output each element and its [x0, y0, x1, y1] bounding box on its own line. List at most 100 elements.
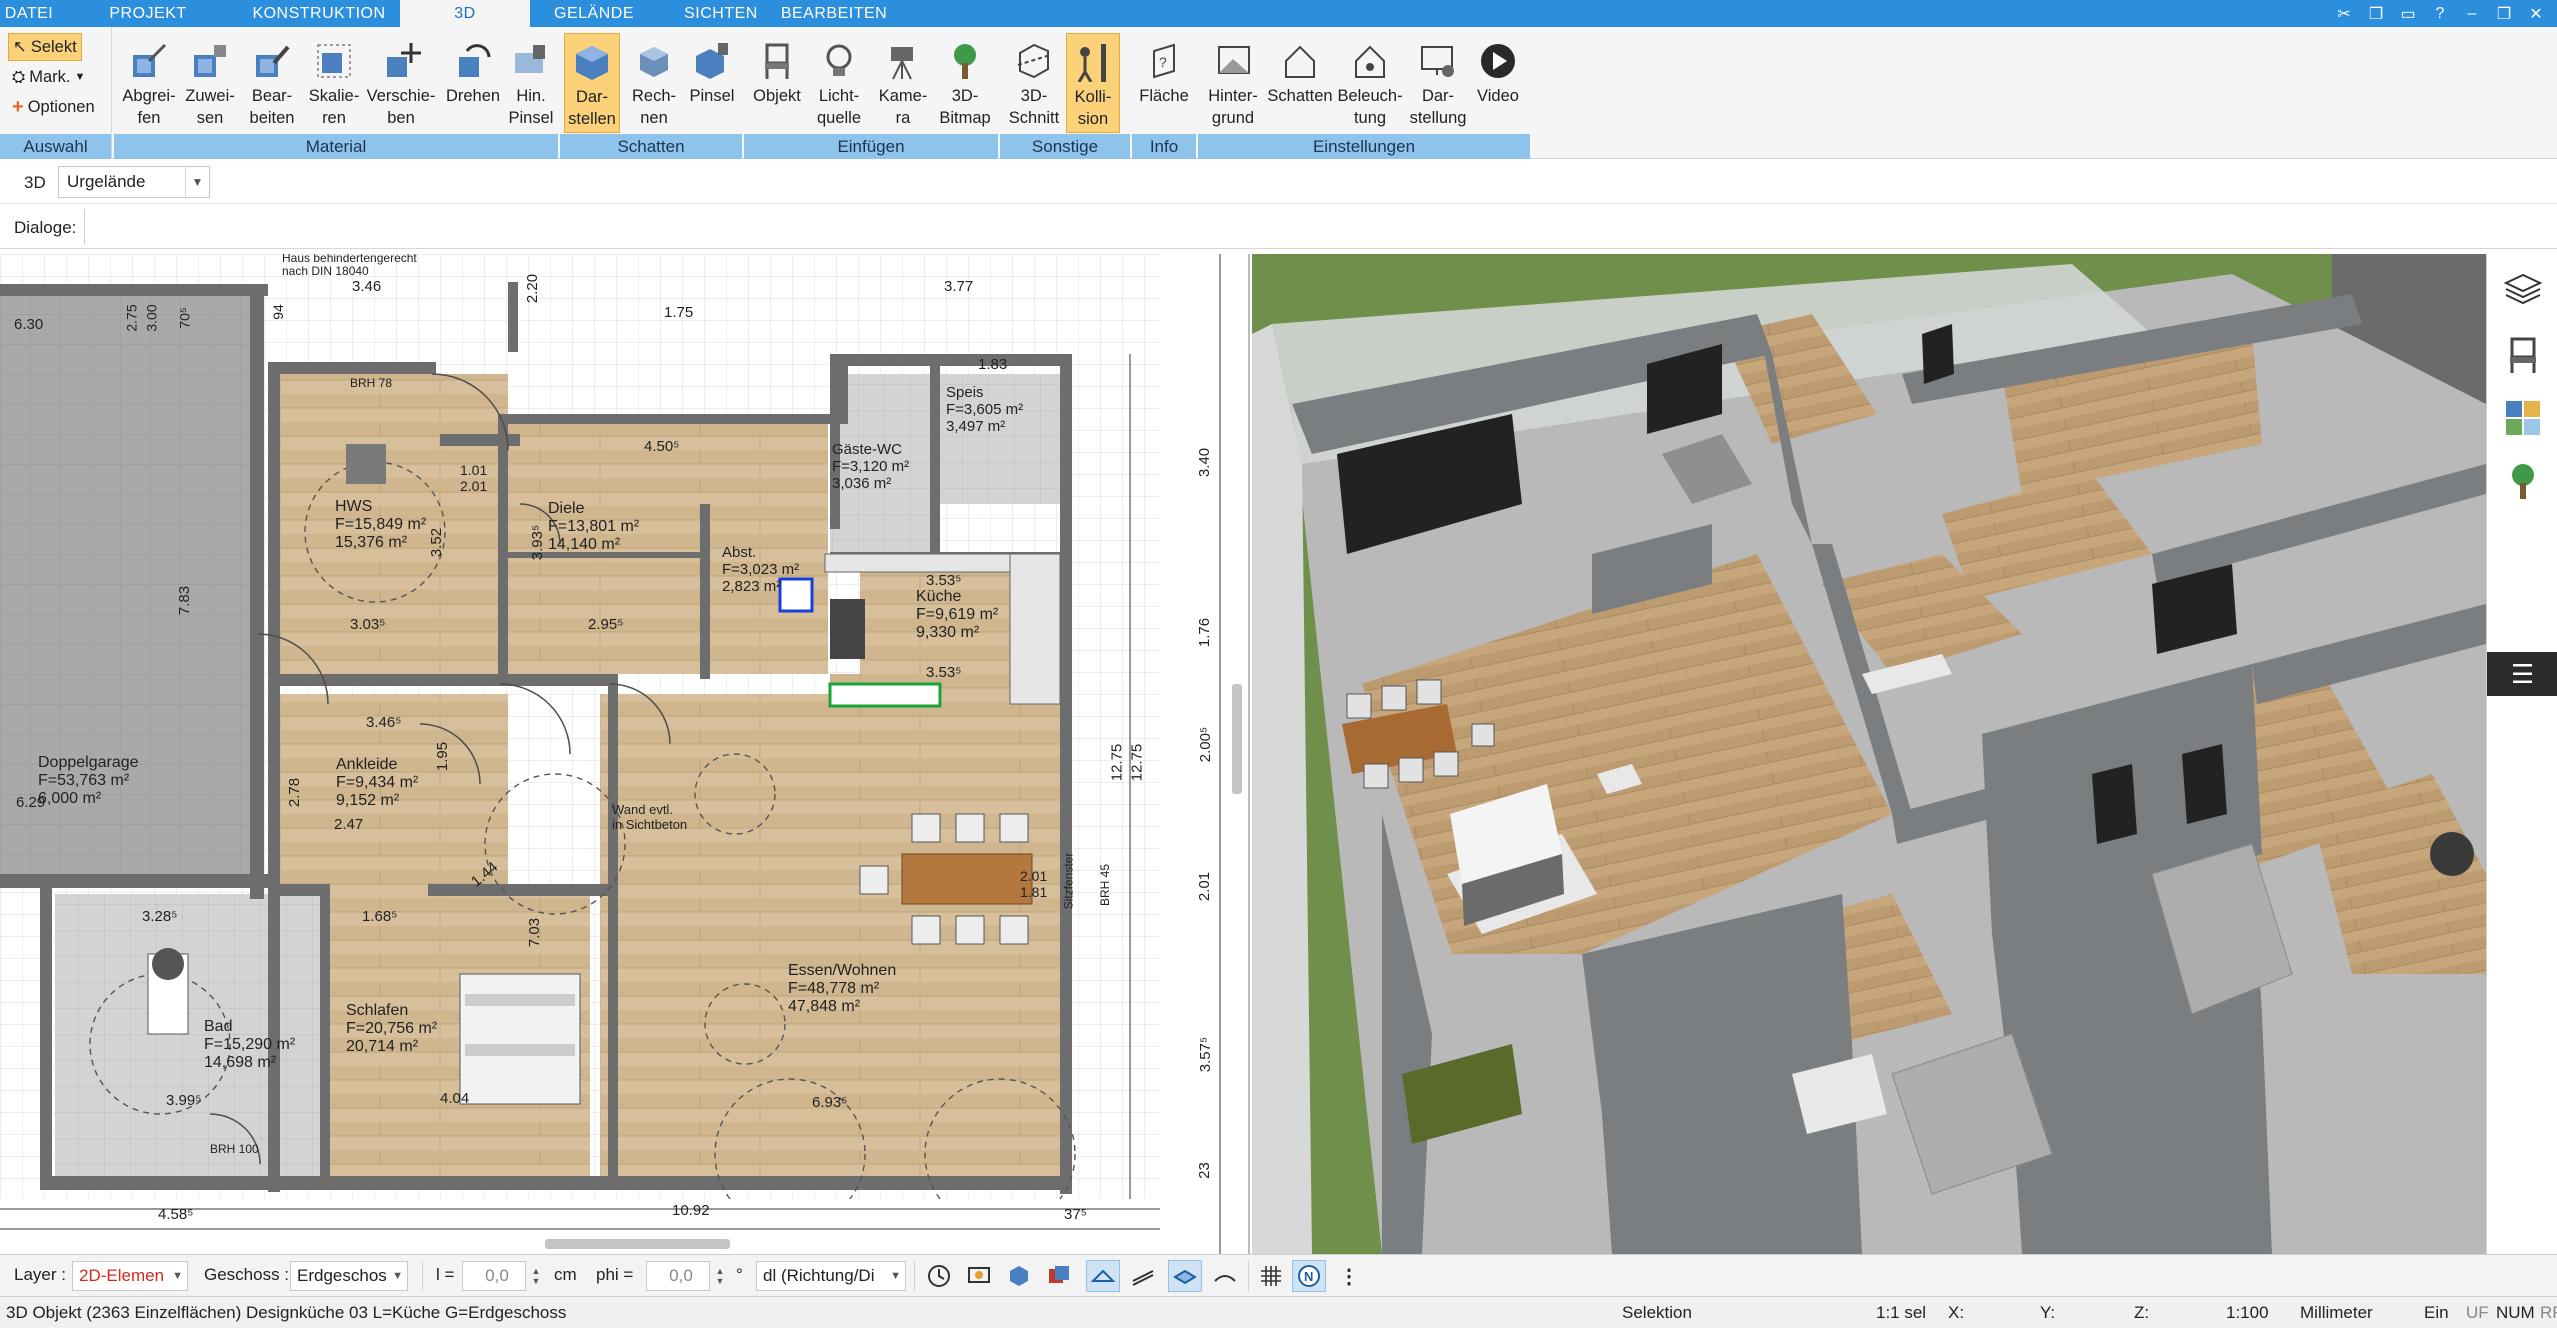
dim-label: 70⁵ [176, 307, 193, 329]
help-icon[interactable]: ? [2425, 2, 2455, 26]
tab-3d[interactable]: 3D [400, 0, 530, 27]
minimize-small-icon[interactable]: ▭ [2393, 2, 2423, 26]
group-label-auswahl: Auswahl [0, 134, 111, 159]
hatch-icon[interactable] [1126, 1260, 1160, 1292]
furniture-icon[interactable] [2499, 330, 2547, 378]
room-label-essen-wohnen: Essen/Wohnen F=48,778 m² 47,848 m² [788, 962, 897, 1015]
group-material: Abgrei- fen Zuwei- sen Bear- beiten Skal… [114, 27, 558, 159]
tools-icon[interactable]: ✂ [2329, 2, 2359, 26]
floor-select[interactable]: Erdgeschos ▼ [290, 1261, 408, 1291]
tab-projekt[interactable]: PROJEKT [58, 0, 238, 27]
clock-icon[interactable] [922, 1260, 956, 1292]
3d-section-button[interactable]: 3D- Schnitt [1006, 33, 1062, 133]
bulb-icon [816, 37, 862, 85]
tab-bearbeiten[interactable]: BEARBEITEN [781, 0, 887, 27]
status-rf: RF [2540, 1303, 2557, 1322]
dim-label: 1.95 [434, 741, 452, 772]
phi-value: 0,0 [669, 1266, 693, 1285]
lighting-button[interactable]: Beleuch- tung [1336, 33, 1404, 133]
room-label-schlafen: Schlafen F=20,756 m² 20,714 m² [346, 1002, 438, 1055]
layers-icon[interactable] [2499, 266, 2547, 314]
display-settings-button[interactable]: Dar- stellung [1408, 33, 1468, 133]
render-icon[interactable] [1002, 1260, 1036, 1292]
hint-brush-button[interactable]: Hin. Pinsel [506, 33, 556, 133]
dim-label: 3.93⁵ [529, 524, 547, 561]
tab-konstruktion[interactable]: KONSTRUKTION [238, 0, 400, 27]
maximize-icon[interactable]: ❐ [2489, 2, 2519, 26]
room-label-diele: Diele F=13,801 m² 14,140 m² [548, 500, 640, 553]
divider [914, 1261, 915, 1291]
move-material-button[interactable]: Verschie- ben [364, 33, 438, 133]
direction-select[interactable]: dl (Richtung/Di ▼ [756, 1261, 906, 1291]
dim-label: 4.58⁵ [158, 1206, 194, 1223]
layer-select[interactable]: 2D-Elemen ▼ [72, 1261, 188, 1291]
rotate-material-button[interactable]: Drehen [444, 33, 502, 133]
panel-toggle-button[interactable]: ☰ [2487, 652, 2557, 696]
monitor-sun-icon[interactable] [962, 1260, 996, 1292]
dim-label: 2.01 [460, 478, 488, 494]
video-button[interactable]: Video [1472, 33, 1524, 133]
dim-label: 3.53⁵ [926, 572, 962, 589]
shadow-compute-button[interactable]: Rech- nen [626, 33, 682, 133]
close-icon[interactable]: ✕ [2521, 2, 2551, 26]
options-button[interactable]: + Optionen [8, 93, 99, 121]
dim-label: 6.30 [14, 316, 44, 333]
more-icon[interactable]: ⋮ [1332, 1260, 1366, 1292]
dim-label: BRH 78 [350, 376, 393, 390]
insert-object-button[interactable]: Objekt [750, 33, 804, 133]
edit-material-button[interactable]: Bear- beiten [244, 33, 300, 133]
dim-label: 3.00 [143, 304, 160, 332]
mark-button[interactable]: ⛭ Mark. ▼ [8, 63, 89, 91]
tree-icon[interactable] [2499, 458, 2547, 506]
phi-label: phi = [596, 1265, 634, 1284]
dim-label: 2.00⁵ [1197, 726, 1215, 763]
shadow-display-button[interactable]: Dar- stellen [564, 33, 620, 133]
dim-label: 3.40 [1196, 447, 1214, 478]
phi-stepper[interactable]: ▲ ▼ [712, 1261, 728, 1291]
north-icon[interactable]: N [1292, 1260, 1326, 1292]
length-stepper[interactable]: ▲ ▼ [528, 1261, 544, 1291]
terrain-view-icon[interactable] [1208, 1260, 1242, 1292]
group-auswahl: ↖ Selekt ⛭ Mark. ▼ + Optionen Auswahl [0, 27, 112, 159]
assign-material-button[interactable]: Zuwei- sen [182, 33, 238, 133]
shadow-settings-button[interactable]: Schatten [1266, 33, 1334, 133]
select-button[interactable]: ↖ Selekt [8, 33, 82, 61]
3d-view[interactable] [1252, 254, 2486, 1254]
dim-label: 3.99⁵ [166, 1092, 202, 1109]
wall-view-icon[interactable] [1086, 1260, 1120, 1292]
3d-bitmap-button[interactable]: 3D- Bitmap [936, 33, 994, 133]
phi-input[interactable]: 0,0 [646, 1261, 710, 1291]
mark-icon: ⛭ [12, 67, 26, 86]
pick-material-button[interactable]: Abgrei- fen [122, 33, 176, 133]
materials-icon[interactable] [2499, 394, 2547, 442]
floor-view-icon[interactable] [1168, 1260, 1202, 1292]
group-einfuegen: Objekt Licht- quelle Kame- ra 3D- Bitmap… [744, 27, 998, 159]
scale-material-button[interactable]: Skalie- ren [306, 33, 362, 133]
terrain-select[interactable]: Urgelände ▼ [58, 166, 210, 198]
house-light-icon [1347, 37, 1393, 85]
background-icon [1210, 37, 1256, 85]
area-button[interactable]: ? Fläche [1136, 33, 1192, 133]
collision-button[interactable]: Kolli- sion [1066, 33, 1120, 133]
dim-label: 2.01 [1196, 871, 1214, 902]
shadow-brush-button[interactable]: Pinsel [686, 33, 738, 133]
chevron-down-icon: ▼ [172, 1270, 183, 1282]
tab-sichten[interactable]: SICHTEN [658, 0, 784, 27]
status-ein: Ein [2424, 1303, 2449, 1322]
background-button[interactable]: Hinter- grund [1202, 33, 1264, 133]
grid-icon[interactable] [1254, 1260, 1288, 1292]
assign-icon [187, 37, 233, 85]
status-z: Z: [2134, 1303, 2150, 1322]
light-source-button[interactable]: Licht- quelle [808, 33, 870, 133]
side-toolbar: ☰ [2486, 254, 2557, 1254]
restore-small-icon[interactable]: ❐ [2361, 2, 2391, 26]
camera-button[interactable]: Kame- ra [874, 33, 932, 133]
minimize-icon[interactable]: – [2457, 2, 2487, 26]
tab-datei[interactable]: DATEI [0, 0, 58, 27]
floor-plan-2d[interactable]: HWS F=15,849 m² 15,376 m² Diele F=13,801… [0, 254, 1250, 1254]
layer-color-icon[interactable] [1042, 1260, 1076, 1292]
length-input[interactable]: 0,0 [462, 1261, 526, 1291]
direction-select-value: dl (Richtung/Di [763, 1266, 875, 1285]
move-icon [378, 37, 424, 85]
tab-gelaende[interactable]: GELÄNDE [530, 0, 658, 27]
